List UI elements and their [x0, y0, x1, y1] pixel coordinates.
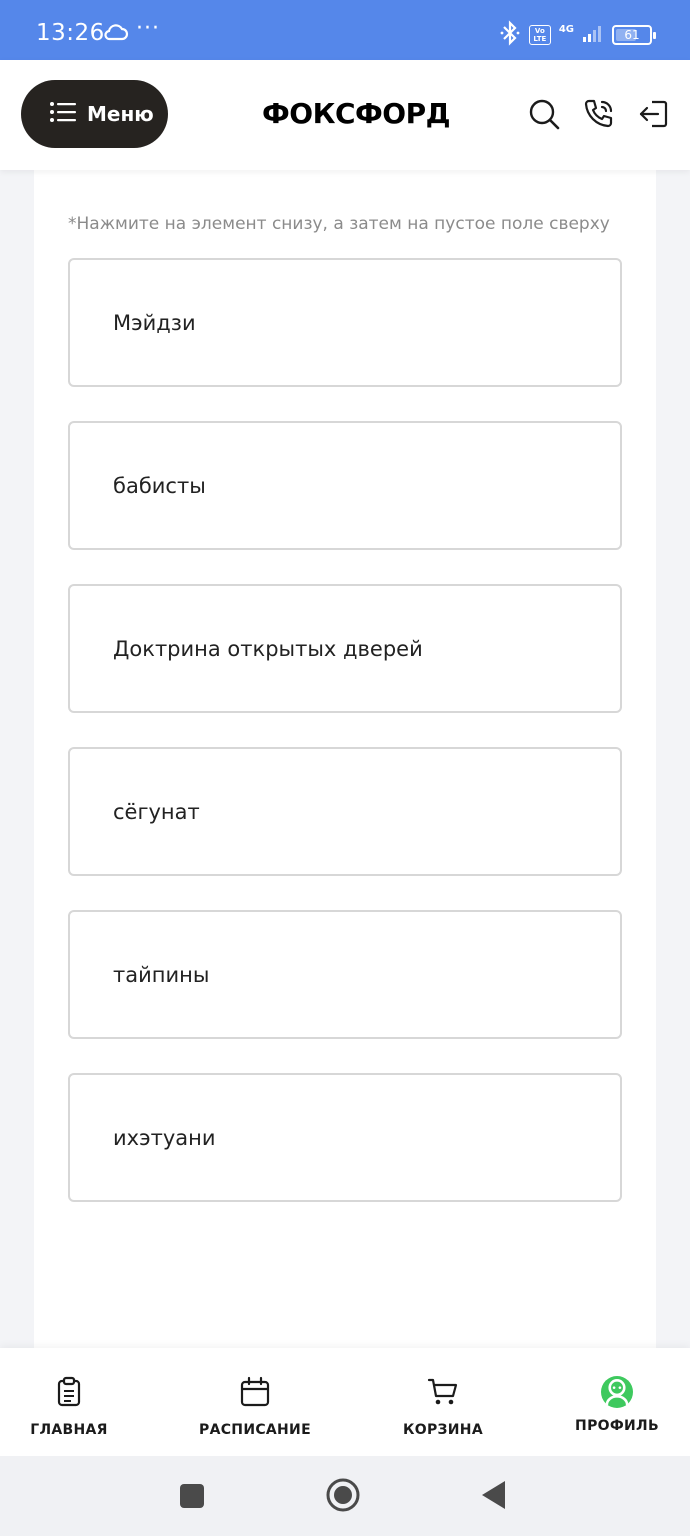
home-icon[interactable]: [325, 1477, 361, 1517]
search-icon[interactable]: [528, 98, 560, 130]
battery-percent: 61: [624, 28, 640, 42]
status-time: 13:26: [36, 20, 105, 46]
option-label: Доктрина открытых дверей: [113, 636, 423, 661]
menu-label: Меню: [87, 102, 154, 126]
login-icon[interactable]: [638, 98, 670, 130]
more-notifications-icon: ···: [136, 16, 160, 41]
option-item[interactable]: Доктрина открытых дверей: [68, 584, 622, 713]
option-item[interactable]: тайпины: [68, 910, 622, 1039]
option-item[interactable]: сёгунат: [68, 747, 622, 876]
menu-button[interactable]: Меню: [21, 80, 168, 148]
option-label: тайпины: [113, 962, 210, 987]
nav-label: РАСПИСАНИЕ: [199, 1422, 311, 1438]
cart-icon: [427, 1376, 459, 1412]
phone-icon[interactable]: [583, 98, 615, 130]
calendar-icon: [239, 1376, 271, 1412]
recent-apps-icon[interactable]: [179, 1483, 205, 1513]
avatar-icon: [601, 1376, 633, 1408]
volte-icon: Vo LTE: [528, 25, 551, 45]
option-item[interactable]: бабисты: [68, 421, 622, 550]
app-header: Меню ФОКСФОРД: [0, 60, 690, 170]
signal-icon: [582, 23, 604, 47]
network-type: 4G: [558, 23, 574, 35]
option-label: Мэйдзи: [113, 310, 196, 335]
bluetooth-icon: [499, 20, 521, 50]
option-item[interactable]: ихэтуани: [68, 1073, 622, 1202]
battery-icon: 61: [612, 25, 656, 45]
nav-label: ПРОФИЛЬ: [575, 1418, 659, 1434]
task-hint: *Нажмите на элемент снизу, а затем на пу…: [68, 214, 610, 234]
cloud-icon: [103, 22, 129, 46]
nav-label: КОРЗИНА: [403, 1422, 483, 1438]
nav-label: ГЛАВНАЯ: [30, 1422, 108, 1438]
option-label: бабисты: [113, 473, 206, 498]
status-bar: 13:26 ··· Vo LTE 4G 61: [0, 0, 690, 60]
nav-item-cart[interactable]: КОРЗИНА: [398, 1348, 488, 1456]
option-label: ихэтуани: [113, 1125, 216, 1150]
option-label: сёгунат: [113, 799, 200, 824]
hamburger-icon: [49, 100, 77, 129]
nav-item-home[interactable]: ГЛАВНАЯ: [22, 1348, 116, 1456]
clipboard-icon: [53, 1376, 85, 1412]
foxford-logo[interactable]: ФОКСФОРД: [262, 97, 451, 130]
bottom-navigation: ГЛАВНАЯ РАСПИСАНИЕ КОРЗИНА ПРОФИЛЬ: [0, 1348, 690, 1456]
nav-item-schedule[interactable]: РАСПИСАНИЕ: [196, 1348, 314, 1456]
nav-item-profile[interactable]: ПРОФИЛЬ: [570, 1348, 664, 1456]
option-item[interactable]: Мэйдзи: [68, 258, 622, 387]
system-navigation-bar: [0, 1456, 690, 1536]
back-icon[interactable]: [480, 1480, 506, 1514]
